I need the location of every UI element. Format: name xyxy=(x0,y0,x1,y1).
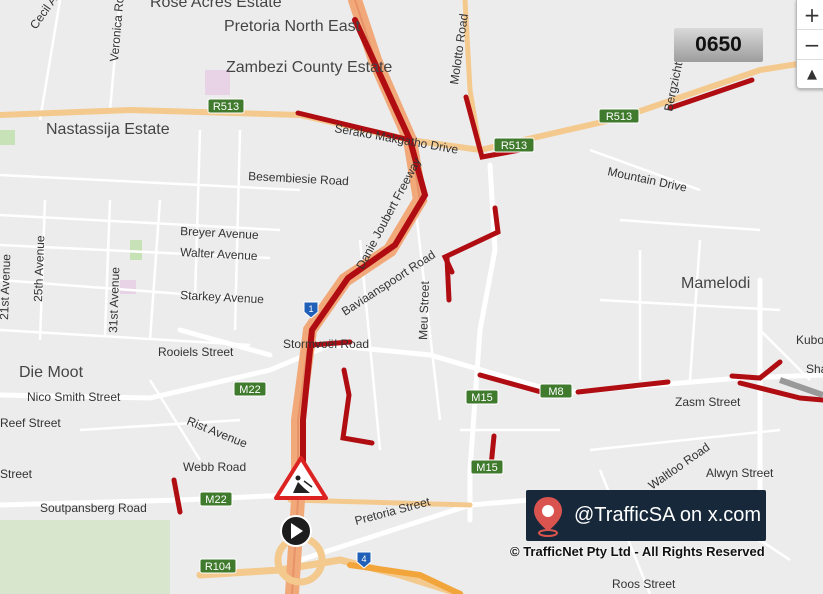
zoom-control: + − ▲ xyxy=(796,0,823,89)
svg-text:M8: M8 xyxy=(548,386,563,398)
street-label: 31st Avenue xyxy=(106,266,122,333)
street-label: 25th Avenue xyxy=(31,235,47,302)
street-label: Kubo xyxy=(796,333,823,347)
copyright-text: © TrafficNet Pty Ltd - All Rights Reserv… xyxy=(510,544,765,559)
svg-text:M15: M15 xyxy=(471,392,492,404)
timestamp-badge: 0650 xyxy=(674,28,763,62)
zoom-out-button[interactable]: − xyxy=(797,30,823,60)
route-shield: M22 xyxy=(233,381,267,397)
street-label: Zasm Street xyxy=(675,395,741,409)
street-label: Soutpansberg Road xyxy=(40,501,147,515)
area-label: Pretoria North East xyxy=(224,18,361,35)
street-label: Meu Street xyxy=(416,280,432,340)
route-shield: M15 xyxy=(465,389,499,405)
route-shield: R513 xyxy=(598,108,640,124)
area-label: Mamelodi xyxy=(681,275,750,292)
route-shield: R513 xyxy=(493,137,535,153)
street-label: Roos Street xyxy=(612,577,676,591)
park-area xyxy=(0,130,15,145)
route-shield: M22 xyxy=(199,491,233,507)
route-shield: M8 xyxy=(539,383,573,399)
street-label: Sha xyxy=(806,362,823,376)
play-marker-icon[interactable] xyxy=(280,515,312,547)
svg-text:1: 1 xyxy=(308,304,313,314)
street-label: Street xyxy=(0,467,33,481)
svg-text:R513: R513 xyxy=(213,101,239,113)
congestion-segment[interactable] xyxy=(444,255,452,303)
zoom-in-button[interactable]: + xyxy=(797,0,823,30)
area-label: Die Moot xyxy=(19,364,84,381)
social-banner[interactable]: @TrafficSA on x.com xyxy=(526,490,766,541)
route-shield: R513 xyxy=(207,98,245,114)
route-shield: M15 xyxy=(470,459,504,475)
svg-text:M22: M22 xyxy=(205,494,226,506)
street-label: 21st Avenue xyxy=(0,253,13,320)
svg-text:R513: R513 xyxy=(501,140,527,152)
park-area xyxy=(130,240,142,260)
street-label: Rooiels Street xyxy=(158,345,234,359)
park-area xyxy=(0,520,170,594)
street-label: Nico Smith Street xyxy=(27,390,121,404)
institution-area xyxy=(120,280,136,294)
route-shield: R104 xyxy=(199,558,237,574)
svg-text:R104: R104 xyxy=(205,561,231,573)
svg-text:4: 4 xyxy=(361,554,366,564)
svg-text:M22: M22 xyxy=(239,384,260,396)
svg-text:R513: R513 xyxy=(606,111,632,123)
reset-bearing-button[interactable]: ▲ xyxy=(797,60,823,89)
street-label: Alwyn Street xyxy=(706,466,774,480)
street-label: Stormvoël Road xyxy=(283,337,369,351)
svg-text:M15: M15 xyxy=(476,462,497,474)
area-label: Zambezi County Estate xyxy=(226,59,392,76)
map-pin-icon xyxy=(534,496,562,537)
area-label: Nastassija Estate xyxy=(46,121,170,138)
street-label: Webb Road xyxy=(183,460,246,474)
area-label: Rose Acres Estate xyxy=(150,0,282,11)
social-handle: @TrafficSA on x.com xyxy=(574,504,762,526)
street-label: Reef Street xyxy=(0,416,61,430)
